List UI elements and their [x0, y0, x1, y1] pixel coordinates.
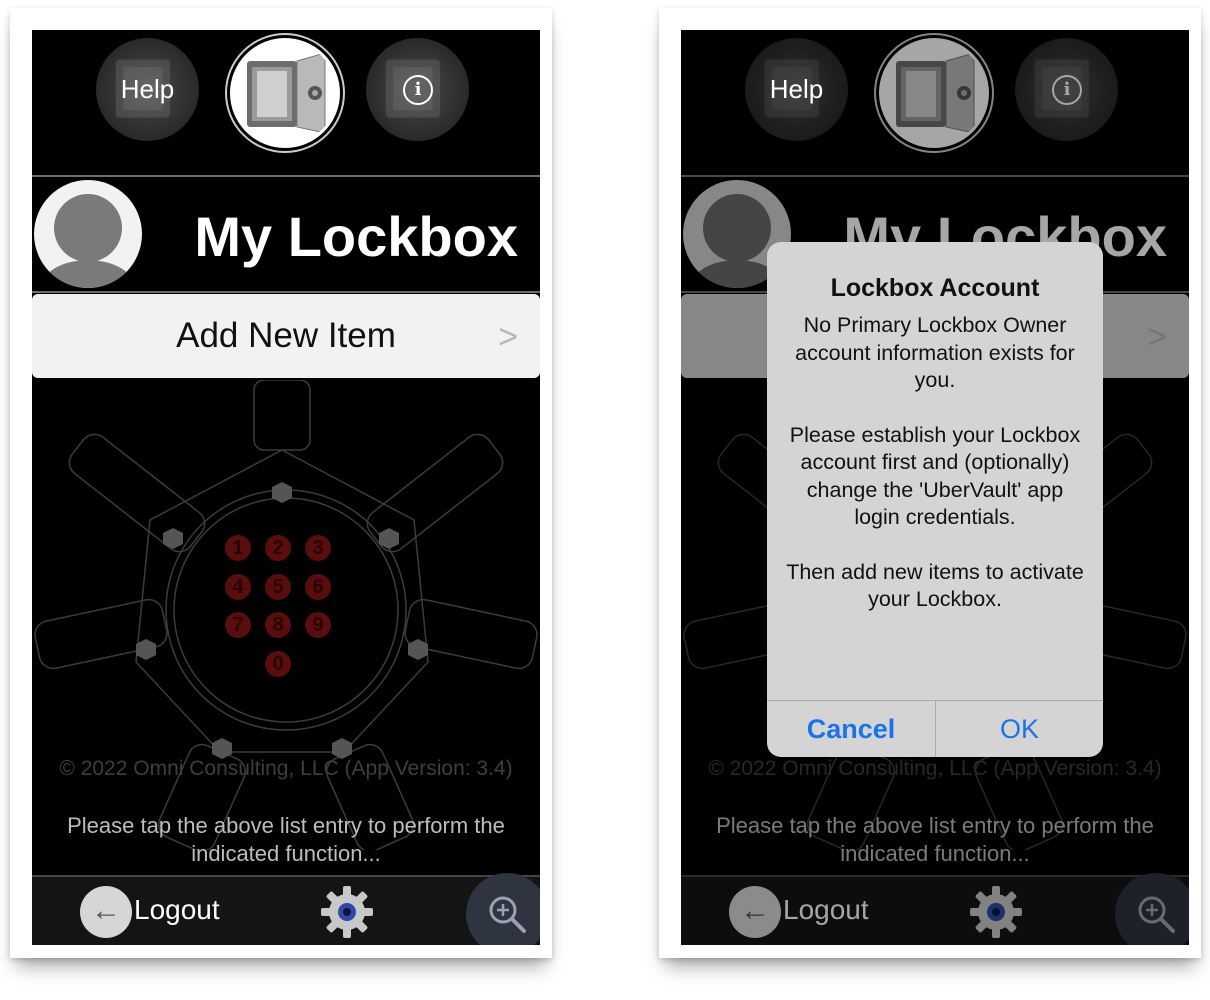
alert-title: Lockbox Account [830, 274, 1040, 302]
logout-button[interactable]: Logout [134, 894, 220, 926]
screenshot-card-alert: Help i My Lockbox > © 2022 Omni Consulti… [659, 8, 1201, 958]
help-label: Help [120, 74, 175, 104]
instruction-text: Please tap the above list entry to perfo… [67, 813, 505, 866]
keypad-key[interactable]: 0 [265, 651, 291, 677]
app-screen: Help i [32, 30, 540, 945]
keypad-key[interactable]: 1 [225, 535, 251, 561]
keypad-key[interactable]: 8 [265, 612, 291, 638]
help-button[interactable]: Help [96, 38, 199, 141]
add-new-item-label: Add New Item [176, 316, 396, 355]
keypad-key[interactable]: 4 [225, 574, 251, 600]
divider [32, 291, 540, 293]
info-button[interactable]: i [366, 38, 469, 141]
ok-button[interactable]: OK [935, 701, 1103, 757]
keypad-key[interactable]: 9 [305, 612, 331, 638]
zoom-icon [489, 896, 526, 933]
alert-button-row: Cancel OK [767, 700, 1103, 757]
bottom-toolbar: ← Logout [32, 873, 540, 945]
alert-paragraph: Please establish your Lockbox account fi… [789, 422, 1081, 530]
keypad-key[interactable]: 6 [305, 574, 331, 600]
gear-icon[interactable] [320, 885, 374, 939]
keypad: 1 2 3 4 5 6 7 8 9 0 [225, 535, 350, 685]
copyright-text: © 2022 Omni Consulting, LLC (App Version… [59, 757, 513, 780]
safe-icon [247, 52, 326, 134]
alert-paragraph: Then add new items to activate your Lock… [786, 559, 1084, 612]
screenshot-card-main: Help i My Lockbox Add New Item > 1 2 3 4… [10, 8, 552, 958]
zoom-button[interactable] [466, 873, 540, 945]
keypad-key[interactable]: 3 [305, 535, 331, 561]
lockbox-header: My Lockbox [32, 178, 540, 290]
keypad-key[interactable]: 7 [225, 612, 251, 638]
chevron-right-icon: > [498, 318, 518, 356]
keypad-key[interactable]: 5 [265, 574, 291, 600]
info-icon: i [403, 75, 433, 105]
keypad-key[interactable]: 2 [265, 535, 291, 561]
avatar-icon[interactable] [34, 180, 142, 288]
add-new-item-row[interactable]: Add New Item > [32, 294, 540, 378]
alert-paragraph: No Primary Lockbox Owner account informa… [795, 313, 1075, 392]
help-label: Help [769, 74, 824, 104]
cancel-button[interactable]: Cancel [767, 701, 935, 757]
back-arrow-icon[interactable]: ← [80, 886, 132, 938]
alert-message: No Primary Lockbox Owner account informa… [785, 312, 1085, 641]
divider [32, 175, 540, 177]
lockbox-account-alert: Lockbox Account No Primary Lockbox Owner… [767, 242, 1103, 757]
app-screen: Help i [681, 30, 1189, 945]
lockbox-home-button[interactable] [230, 38, 340, 148]
page-title: My Lockbox [194, 205, 518, 268]
